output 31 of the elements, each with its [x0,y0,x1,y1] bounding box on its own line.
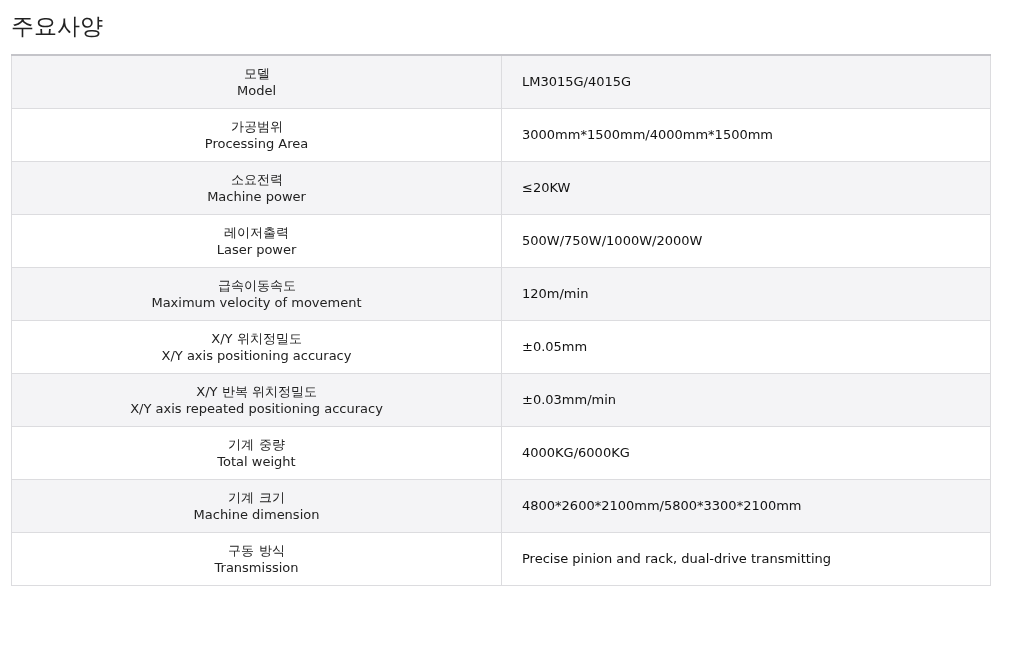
english-label: Laser power [215,240,298,258]
korean-label: 가공범위 [229,117,284,135]
english-label: X/Y axis positioning accuracy [160,346,353,364]
english-label: Maximum velocity of movement [150,293,363,311]
table-cell: Precise pinion and rack, dual-drive transmitting [501,532,991,585]
table-cell: LM3015G/4015G [501,55,991,108]
table-cell: 4000KG/6000KG [501,426,991,479]
table-cell: ±0.03mm/min [501,373,991,426]
korean-label: 소요전력 [229,170,284,188]
table-cell: ±0.05mm [501,320,991,373]
english-label: Transmission [213,558,300,576]
table-cell: 4800*2600*2100mm/5800*3300*2100mm [501,479,991,532]
english-label: X/Y axis repeated positioning accuracy [129,399,384,417]
table-cell: 3000mm*1500mm/4000mm*1500mm [501,108,991,161]
korean-label: X/Y 위치정밀도 [210,329,303,347]
english-label: Processing Area [203,134,310,152]
english-label: Machine dimension [192,505,321,523]
korean-label: 레이저출력 [223,223,290,241]
page-title: 주요사양 [11,12,104,40]
table-cell: 500W/750W/1000W/2000W [501,214,991,267]
english-label: Machine power [206,187,307,205]
table-cell: 120m/min [501,267,991,320]
korean-label: 모델 [242,64,271,82]
korean-label: 급속이동속도 [216,276,297,294]
korean-label: 구동 방식 [227,541,286,559]
korean-label: 기계 중량 [227,435,286,453]
korean-label: 기계 크기 [227,488,286,506]
table-cell: ≤20KW [501,161,991,214]
english-label: Model [235,81,277,99]
korean-label: X/Y 반복 위치정밀도 [195,382,318,400]
english-label: Total weight [216,452,297,470]
